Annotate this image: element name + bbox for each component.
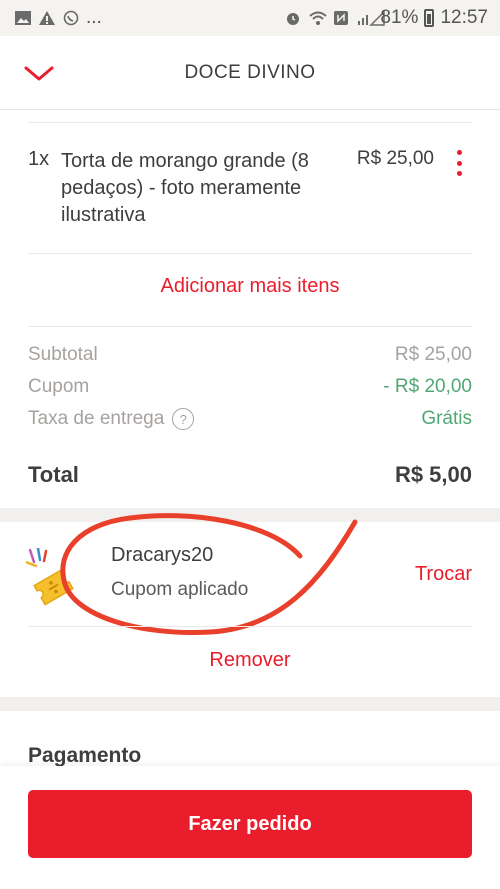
more-options-icon[interactable] [454, 150, 464, 176]
subtotal-row: Subtotal R$ 25,00 [28, 344, 472, 366]
status-bar: ... 81% 12:57 [0, 0, 500, 36]
status-bar-system: 81% 12:57 [284, 7, 488, 29]
remove-coupon-button[interactable]: Remover [0, 649, 500, 672]
image-icon [14, 10, 32, 26]
header: DOCE DIVINO [0, 36, 500, 110]
total-value: R$ 5,00 [394, 462, 472, 487]
section-separator [0, 697, 500, 711]
section-separator [0, 508, 500, 522]
subtotal-value: R$ 25,00 [394, 344, 472, 365]
divider [28, 253, 472, 254]
total-row: Total R$ 5,00 [28, 462, 472, 488]
status-bar-notifications: ... [14, 7, 102, 29]
coupon-row: Cupom - R$ 20,00 [28, 376, 472, 398]
subtotal-label: Subtotal [28, 344, 98, 365]
item-price: R$ 25,00 [356, 148, 434, 169]
warning-icon [38, 10, 56, 26]
item-name: Torta de morango grande (8 pedaços) - fo… [61, 150, 309, 226]
coupon-code: Dracarys20 [111, 544, 214, 566]
item-quantity: 1x [28, 148, 50, 170]
change-coupon-button[interactable]: Trocar [415, 563, 472, 586]
total-label: Total [28, 462, 79, 487]
divider [28, 626, 472, 627]
coupon-ticket-icon [24, 546, 78, 610]
divider [28, 326, 472, 327]
battery-icon [424, 9, 435, 27]
payment-section-title: Pagamento [28, 744, 142, 766]
wifi-icon [308, 10, 328, 26]
overflow-indicator: ... [86, 7, 102, 28]
place-order-button[interactable]: Fazer pedido [28, 790, 472, 858]
hand-drawn-circle-annotation [60, 513, 358, 635]
nfc-icon [332, 10, 350, 26]
signal-icon [356, 10, 386, 26]
cart-item: 1x Torta de morango grande (8 pedaços) -… [28, 148, 472, 238]
clock: 12:57 [440, 7, 488, 28]
battery-percent: 81% [380, 7, 419, 28]
alarm-icon [284, 10, 302, 26]
page-title: DOCE DIVINO [184, 62, 316, 83]
delivery-fee-value: Grátis [421, 408, 472, 429]
add-more-items-button[interactable]: Adicionar mais itens [0, 275, 500, 298]
delivery-fee-row: Taxa de entrega? Grátis [28, 408, 472, 430]
delivery-fee-label: Taxa de entrega [28, 408, 165, 430]
divider [28, 122, 472, 123]
coupon-status: Cupom aplicado [111, 579, 249, 600]
bottom-bar: Fazer pedido [0, 766, 500, 889]
help-icon[interactable]: ? [172, 408, 195, 430]
coupon-label: Cupom [28, 376, 90, 397]
whatsapp-icon [62, 10, 80, 26]
coupon-discount-value: - R$ 20,00 [383, 376, 472, 397]
